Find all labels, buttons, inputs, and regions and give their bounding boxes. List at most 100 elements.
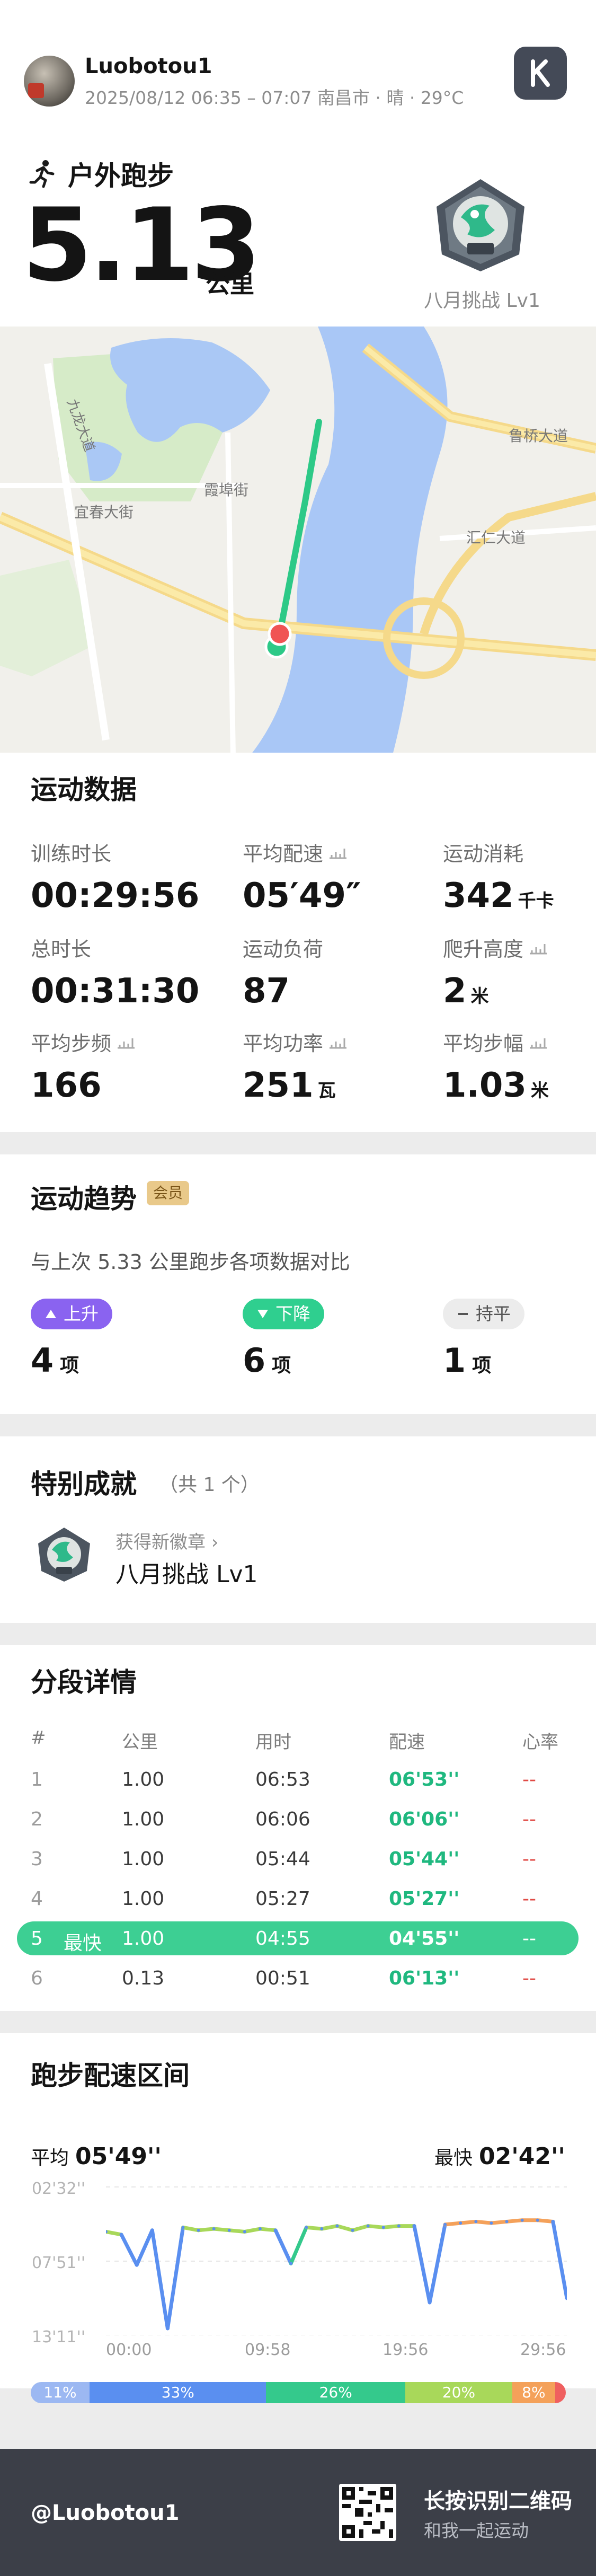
metric-stride[interactable]: 平均步幅 1.03 米 bbox=[443, 1027, 549, 1105]
metric-value: 342 bbox=[443, 876, 514, 915]
metric-cadence[interactable]: 平均步频 166 bbox=[31, 1027, 136, 1105]
pace-point bbox=[459, 2221, 462, 2225]
pace-line-segment bbox=[273, 2228, 293, 2265]
challenge-badge-icon[interactable] bbox=[430, 175, 531, 276]
col-header: 用时 bbox=[255, 1732, 291, 1753]
pace-line-segment bbox=[135, 2228, 154, 2267]
pace-line-segment bbox=[536, 2218, 555, 2224]
trend-up-count: 4项 bbox=[31, 1341, 79, 1380]
trend-down-pill[interactable]: 下降 bbox=[243, 1299, 324, 1329]
pace-point bbox=[412, 2224, 416, 2228]
pace-line-segment bbox=[304, 2225, 324, 2231]
section-title: 跑步配速区间 bbox=[31, 2060, 190, 2091]
pace-point bbox=[305, 2226, 308, 2229]
pace-line-segment bbox=[335, 2224, 355, 2233]
pace-line-segment bbox=[227, 2228, 247, 2234]
workout-data-card: 运动数据 训练时长 00:29:56 平均配速 05′49″ 运动消耗 342 千… bbox=[0, 753, 596, 1132]
pace-line-segment bbox=[474, 2219, 493, 2225]
achievement-count: （共 1 个） bbox=[159, 1474, 260, 1496]
challenge-badge-icon[interactable] bbox=[35, 1525, 93, 1584]
new-badge-link[interactable]: 获得新徽章 › bbox=[115, 1528, 218, 1554]
trend-chart-icon bbox=[330, 1038, 347, 1048]
pace-point bbox=[551, 2220, 555, 2224]
pace-zone-distribution-bar: 11% 33% 26% 20% 8% bbox=[31, 2382, 566, 2403]
pace-line-segment bbox=[489, 2219, 509, 2225]
y-tick: 07'51'' bbox=[32, 2254, 86, 2272]
distance-unit: 公里 bbox=[206, 270, 254, 298]
metric-avg-pace[interactable]: 平均配速 05′49″ bbox=[243, 837, 361, 915]
pace-point bbox=[366, 2224, 370, 2228]
zone-segment: 33% bbox=[90, 2382, 266, 2403]
achievement-card: 特别成就 （共 1 个） 获得新徽章 › 八月挑战 Lv1 bbox=[0, 1436, 596, 1623]
pace-line-segment bbox=[197, 2227, 216, 2233]
achievement-name: 八月挑战 Lv1 bbox=[115, 1561, 258, 1588]
trend-flat-pill[interactable]: 持平 bbox=[443, 1299, 524, 1329]
pace-chart[interactable] bbox=[106, 2182, 567, 2335]
metric-elevation[interactable]: 爬升高度 2米 bbox=[443, 933, 548, 1011]
col-header: 配速 bbox=[389, 1732, 425, 1753]
pace-point bbox=[150, 2228, 154, 2232]
col-header: 心率 bbox=[522, 1732, 558, 1753]
metric-value: 87 bbox=[243, 972, 290, 1011]
footer-line1: 长按识别二维码 bbox=[424, 2489, 572, 2513]
badge-title: 八月挑战 Lv1 bbox=[424, 290, 540, 312]
pace-line-segment bbox=[428, 2222, 447, 2305]
metric-unit: 千卡 bbox=[518, 890, 554, 912]
pace-line-segment bbox=[165, 2225, 185, 2331]
pace-line-segment bbox=[289, 2225, 308, 2265]
metric-training-time: 训练时长 00:29:56 bbox=[31, 837, 199, 915]
metric-power[interactable]: 平均功率 251 瓦 bbox=[243, 1027, 348, 1105]
pace-point bbox=[120, 2233, 123, 2236]
pace-point bbox=[289, 2262, 293, 2265]
section-title: 特别成就 bbox=[31, 1469, 137, 1499]
pace-point bbox=[320, 2227, 324, 2231]
route-map[interactable]: 九龙大道 宜春大街 霞埠街 汇仁大道 鲁桥大道 bbox=[0, 327, 596, 757]
trend-label: 下降 bbox=[275, 1303, 310, 1324]
metric-unit: 瓦 bbox=[317, 1080, 336, 1101]
fastest-label: 最快 bbox=[64, 1933, 102, 1954]
trend-up-pill[interactable]: 上升 bbox=[31, 1299, 112, 1329]
username[interactable]: Luobotou1 bbox=[85, 54, 212, 78]
metric-label: 爬升高度 bbox=[443, 938, 524, 961]
pace-point bbox=[197, 2228, 200, 2232]
pace-point bbox=[428, 2300, 432, 2304]
running-icon bbox=[29, 160, 55, 188]
pace-zone-card: 跑步配速区间 平均 05'49'' 最快 02'42'' 02'32'' 07'51… bbox=[0, 2033, 596, 2388]
zone-segment: 20% bbox=[405, 2382, 512, 2403]
pace-line-segment bbox=[119, 2233, 139, 2267]
table-row: 1 1.00 06:53 06'53'' -- bbox=[31, 1769, 536, 1790]
pace-line-segment bbox=[443, 2221, 462, 2227]
col-header: # bbox=[31, 1727, 46, 1749]
trend-label: 上升 bbox=[64, 1303, 99, 1324]
trend-subtitle: 与上次 5.33 公里跑步各项数据对比 bbox=[31, 1250, 350, 1274]
pace-line-segment bbox=[106, 2229, 123, 2237]
pace-point bbox=[351, 2228, 354, 2232]
pace-point bbox=[212, 2227, 216, 2231]
metric-label: 平均功率 bbox=[243, 1032, 324, 1055]
map-label: 宜春大街 bbox=[74, 504, 134, 521]
avatar[interactable] bbox=[24, 56, 75, 107]
map-canvas[interactable]: 九龙大道 宜春大街 霞埠街 汇仁大道 鲁桥大道 bbox=[0, 327, 596, 757]
pace-point bbox=[274, 2228, 278, 2232]
pace-line-segment bbox=[505, 2218, 524, 2224]
pace-point bbox=[536, 2218, 539, 2222]
trend-card: 运动趋势 会员 与上次 5.33 公里跑步各项数据对比 上升 4项 下降 6项 … bbox=[0, 1154, 596, 1414]
metric-label: 平均步幅 bbox=[443, 1032, 524, 1055]
metric-label: 总时长 bbox=[31, 938, 92, 961]
pace-point bbox=[505, 2220, 509, 2224]
share-footer: @Luobotou1 长按识别二维码 和我一起运动 bbox=[0, 2449, 596, 2576]
map-label: 霞埠街 bbox=[204, 481, 248, 499]
zone-segment: 8% bbox=[512, 2382, 555, 2403]
pace-point bbox=[166, 2326, 170, 2330]
x-tick: 00:00 bbox=[106, 2341, 152, 2359]
metric-label: 运动负荷 bbox=[243, 938, 324, 961]
pace-point bbox=[335, 2224, 339, 2228]
x-tick: 29:56 bbox=[520, 2341, 566, 2359]
map-label: 汇仁大道 bbox=[466, 529, 526, 546]
qr-code[interactable] bbox=[339, 2484, 396, 2541]
trend-flat-count: 1项 bbox=[443, 1341, 492, 1380]
pace-line-segment bbox=[458, 2219, 478, 2225]
k-logo-icon bbox=[531, 59, 550, 87]
zone-segment: 11% bbox=[31, 2382, 90, 2403]
metric-value: 251 bbox=[243, 1066, 314, 1105]
